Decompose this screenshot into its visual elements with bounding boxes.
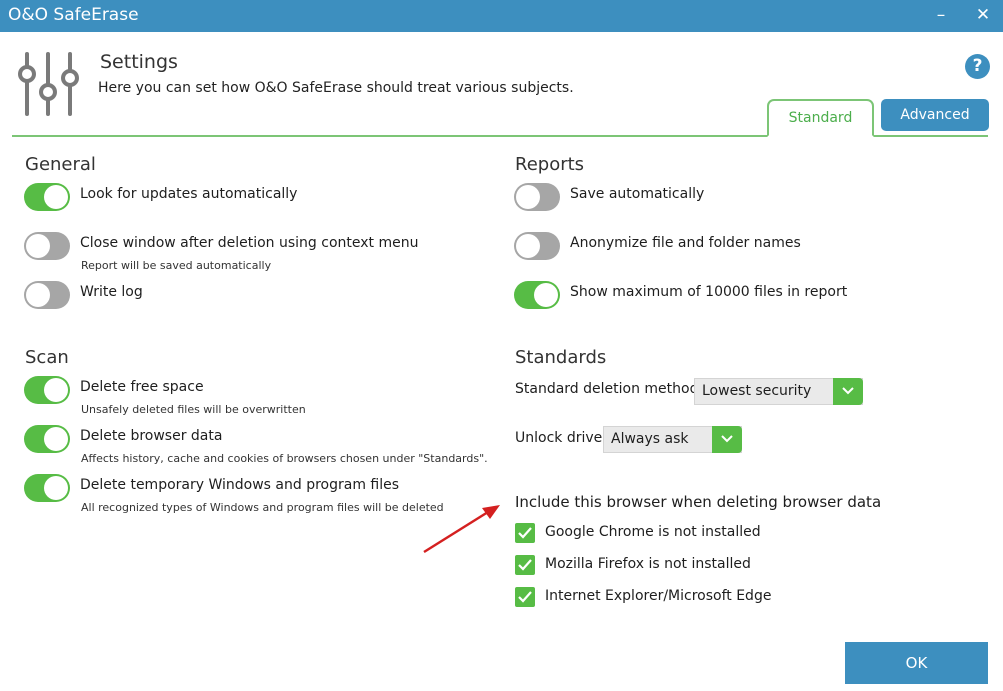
minimize-icon[interactable]: – bbox=[930, 4, 952, 26]
chrome-checkbox[interactable] bbox=[515, 523, 535, 543]
write-log-toggle[interactable] bbox=[24, 281, 70, 309]
settings-sliders-icon bbox=[17, 52, 81, 116]
chevron-down-icon[interactable] bbox=[712, 426, 742, 453]
edge-checkbox[interactable] bbox=[515, 587, 535, 607]
unlock-drive-dropdown[interactable]: Always ask bbox=[603, 426, 742, 453]
tab-standard[interactable]: Standard bbox=[767, 99, 874, 137]
close-icon[interactable]: ✕ bbox=[972, 4, 994, 26]
chevron-down-icon[interactable] bbox=[833, 378, 863, 405]
delete-temp-files-toggle[interactable] bbox=[24, 474, 70, 502]
dropdown-value: Lowest security bbox=[702, 383, 812, 399]
setting-label: Anonymize file and folder names bbox=[570, 235, 801, 251]
setting-description: All recognized types of Windows and prog… bbox=[81, 501, 444, 514]
tab-advanced[interactable]: Advanced bbox=[881, 99, 989, 131]
setting-label: Delete free space bbox=[80, 379, 204, 395]
close-window-toggle[interactable] bbox=[24, 232, 70, 260]
page-title: Settings bbox=[100, 51, 178, 73]
general-heading: General bbox=[25, 154, 96, 175]
browser-label: Internet Explorer/Microsoft Edge bbox=[545, 588, 772, 604]
setting-label: Save automatically bbox=[570, 186, 705, 202]
help-icon[interactable]: ? bbox=[965, 54, 990, 79]
setting-label: Show maximum of 10000 files in report bbox=[570, 284, 848, 300]
setting-description: Unsafely deleted files will be overwritt… bbox=[81, 403, 306, 416]
firefox-checkbox[interactable] bbox=[515, 555, 535, 575]
setting-label: Write log bbox=[80, 284, 143, 300]
save-automatically-toggle[interactable] bbox=[514, 183, 560, 211]
ok-button[interactable]: OK bbox=[845, 642, 988, 684]
setting-label: Look for updates automatically bbox=[80, 186, 298, 202]
look-for-updates-toggle[interactable] bbox=[24, 183, 70, 211]
delete-free-space-toggle[interactable] bbox=[24, 376, 70, 404]
unlock-drive-label: Unlock drive bbox=[515, 430, 603, 446]
deletion-method-label: Standard deletion method bbox=[515, 381, 699, 397]
standards-heading: Standards bbox=[515, 347, 607, 368]
browser-label: Mozilla Firefox is not installed bbox=[545, 556, 751, 572]
dropdown-value: Always ask bbox=[611, 431, 689, 447]
setting-label: Delete browser data bbox=[80, 428, 223, 444]
setting-description: Report will be saved automatically bbox=[81, 259, 272, 272]
anonymize-names-toggle[interactable] bbox=[514, 232, 560, 260]
setting-description: Affects history, cache and cookies of br… bbox=[81, 452, 488, 465]
delete-browser-data-toggle[interactable] bbox=[24, 425, 70, 453]
scan-heading: Scan bbox=[25, 347, 69, 368]
browser-label: Google Chrome is not installed bbox=[545, 524, 761, 540]
reports-heading: Reports bbox=[515, 154, 585, 175]
title-bar: O&O SafeErase – ✕ bbox=[0, 0, 1003, 32]
setting-label: Delete temporary Windows and program fil… bbox=[80, 477, 400, 493]
window-title: O&O SafeErase bbox=[8, 5, 139, 25]
annotation-arrow bbox=[420, 500, 505, 560]
show-maximum-files-toggle[interactable] bbox=[514, 281, 560, 309]
setting-label: Close window after deletion using contex… bbox=[80, 235, 419, 251]
browsers-heading: Include this browser when deleting brows… bbox=[515, 493, 882, 511]
deletion-method-dropdown[interactable]: Lowest security bbox=[694, 378, 863, 405]
page-subtitle: Here you can set how O&O SafeErase shoul… bbox=[98, 80, 574, 96]
